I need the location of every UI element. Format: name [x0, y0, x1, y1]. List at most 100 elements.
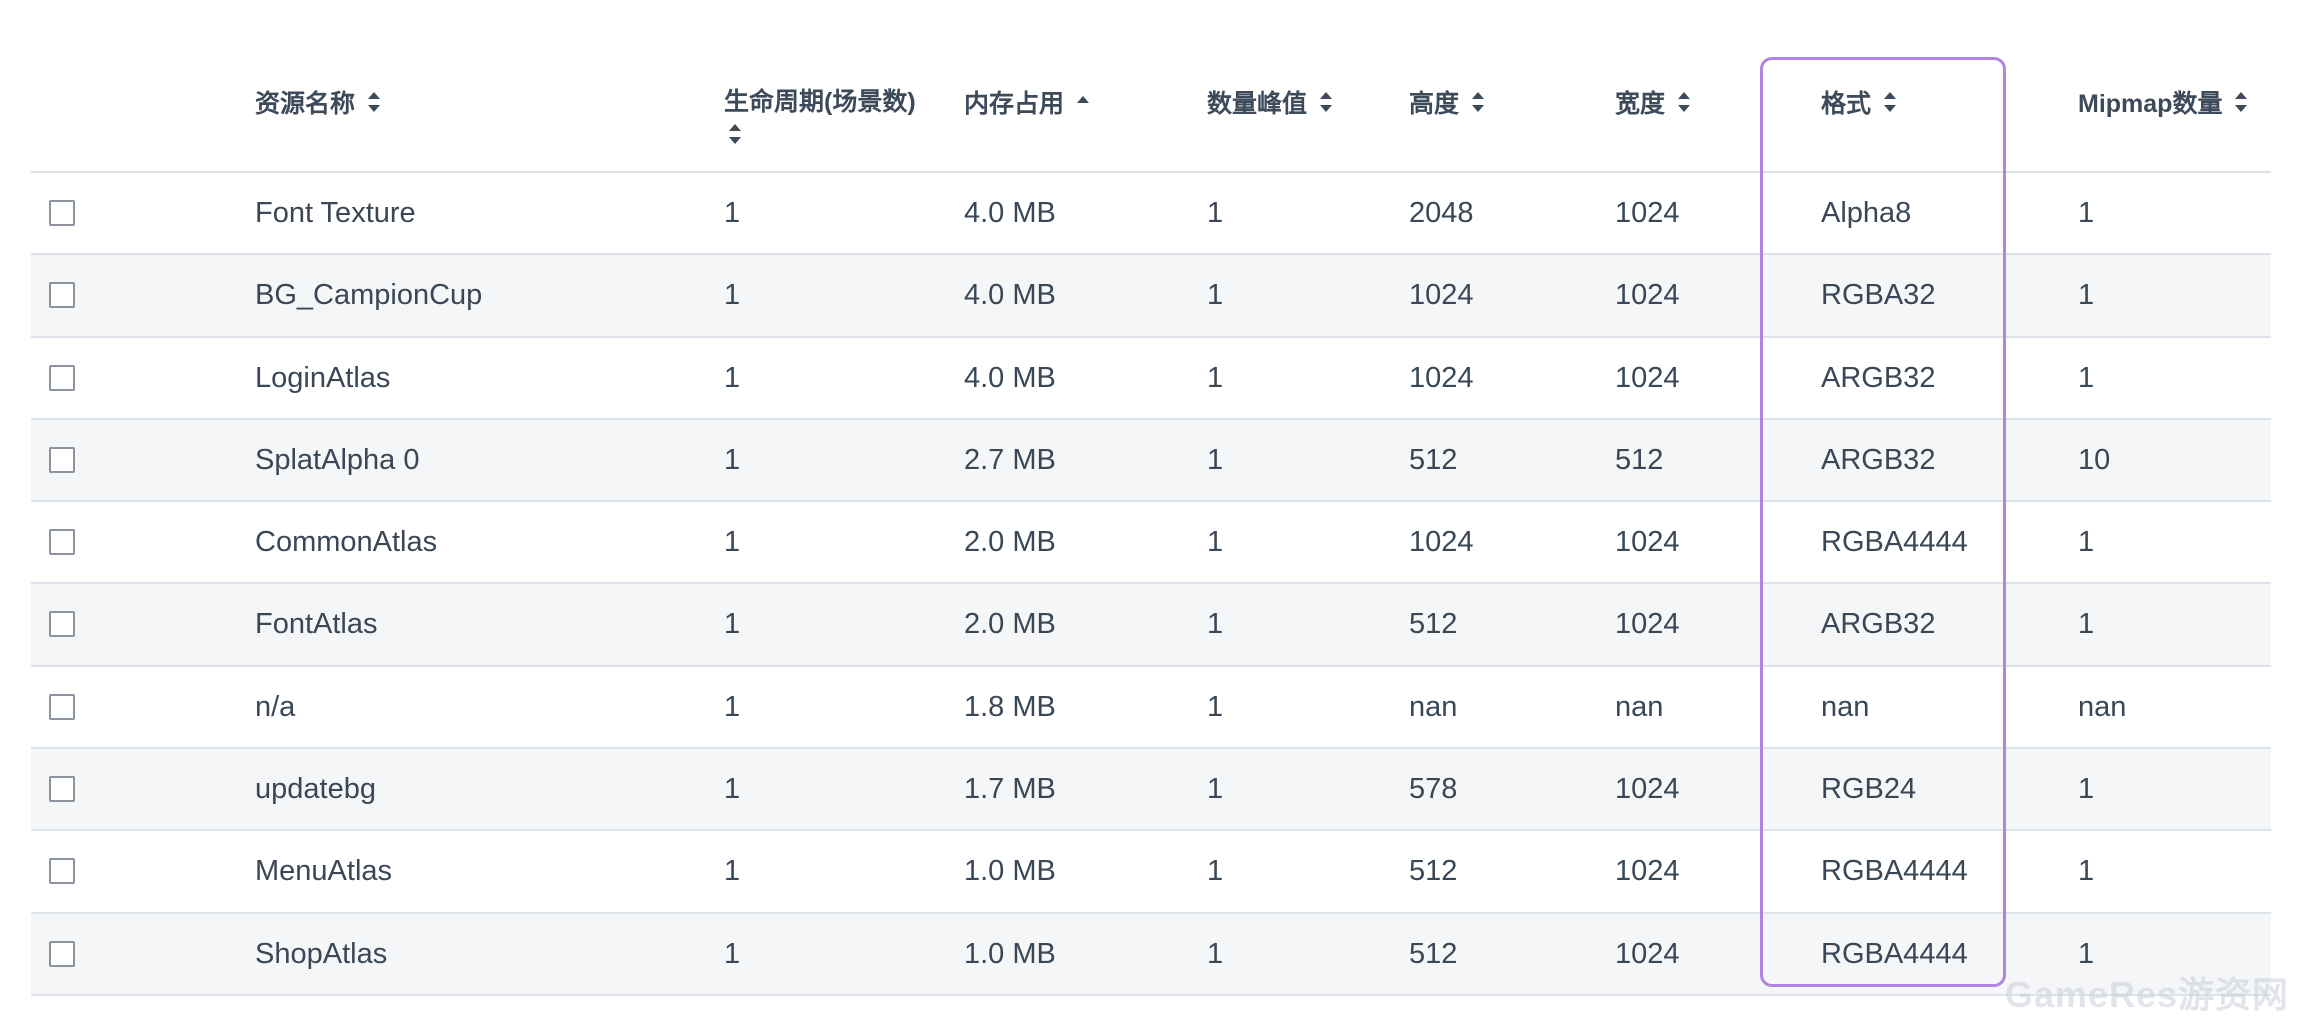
- sort-icon[interactable]: [1469, 90, 1487, 114]
- cell-width: 1024: [1615, 855, 1680, 888]
- table-row[interactable]: LoginAtlas 1 4.0 MB 1 1024 1024 ARGB32 1: [31, 338, 2271, 420]
- table-row[interactable]: SplatAlpha 0 1 2.7 MB 1 512 512 ARGB32 10: [31, 419, 2271, 503]
- cell-peak: 1: [1207, 197, 1224, 229]
- cell-lifecycle: 1: [724, 526, 741, 559]
- cell-peak: 1: [1207, 608, 1224, 641]
- cell-name: FontAtlas: [255, 608, 378, 641]
- cell-peak: 1: [1207, 361, 1224, 394]
- row-checkbox[interactable]: [49, 200, 75, 226]
- table-row[interactable]: BG_CampionCup 1 4.0 MB 1 1024 1024 RGBA32 1: [31, 255, 2271, 338]
- sort-ascending-icon[interactable]: [1074, 90, 1092, 114]
- cell-width: 1024: [1615, 526, 1680, 559]
- cell-height: 2048: [1409, 197, 1474, 229]
- row-checkbox[interactable]: [49, 529, 75, 556]
- cell-width: 1024: [1615, 361, 1680, 394]
- row-checkbox[interactable]: [49, 776, 75, 803]
- cell-mipmap: 1: [2078, 279, 2095, 312]
- cell-lifecycle: 1: [724, 773, 741, 806]
- cell-format: Alpha8: [1821, 197, 1912, 229]
- sort-icon[interactable]: [2232, 90, 2250, 114]
- cell-format: RGBA4444: [1821, 855, 1968, 888]
- cell-name: LoginAtlas: [255, 361, 391, 394]
- cell-format: RGBA4444: [1821, 937, 1968, 970]
- cell-height: 512: [1409, 937, 1458, 970]
- cell-memory: 1.0 MB: [964, 855, 1056, 888]
- row-checkbox[interactable]: [49, 693, 75, 720]
- table-row[interactable]: ShopAtlas 1 1.0 MB 1 512 1024 RGBA4444 1: [31, 913, 2271, 996]
- cell-peak: 1: [1207, 690, 1224, 723]
- cell-memory: 4.0 MB: [964, 279, 1056, 312]
- cell-mipmap: nan: [2078, 690, 2127, 723]
- row-checkbox[interactable]: [49, 364, 75, 391]
- cell-mipmap: 1: [2078, 773, 2095, 806]
- cell-name: BG_CampionCup: [255, 279, 483, 312]
- texture-resource-page: 资源名称 生命周期(场景数) 内存占用 数量峰值 高度 宽度 格式 Mipmap数量 Font…: [0, 0, 2301, 1024]
- cell-lifecycle: 1: [724, 279, 741, 312]
- cell-format: nan: [1821, 690, 1870, 723]
- cell-mipmap: 1: [2078, 197, 2095, 229]
- table-row[interactable]: updatebg 1 1.7 MB 1 578 1024 RGB24 1: [31, 749, 2271, 832]
- cell-peak: 1: [1207, 443, 1224, 476]
- cell-mipmap: 1: [2078, 526, 2095, 559]
- cell-memory: 1.0 MB: [964, 937, 1056, 970]
- cell-mipmap: 1: [2078, 855, 2095, 888]
- sort-icon[interactable]: [726, 122, 744, 146]
- cell-name: updatebg: [255, 773, 376, 806]
- cell-lifecycle: 1: [724, 690, 741, 723]
- column-header-peak[interactable]: 数量峰值: [1207, 84, 1335, 120]
- sort-icon[interactable]: [1675, 90, 1693, 114]
- cell-height: 1024: [1409, 526, 1474, 559]
- cell-format: ARGB32: [1821, 443, 1936, 476]
- cell-mipmap: 1: [2078, 361, 2095, 394]
- cell-lifecycle: 1: [724, 855, 741, 888]
- column-header-name[interactable]: 资源名称: [255, 84, 383, 120]
- row-checkbox[interactable]: [49, 446, 75, 473]
- table-row[interactable]: Font Texture 1 4.0 MB 1 2048 1024 Alpha8 1: [31, 173, 2271, 256]
- table-row[interactable]: MenuAtlas 1 1.0 MB 1 512 1024 RGBA4444 1: [31, 831, 2271, 914]
- cell-height: 512: [1409, 855, 1458, 888]
- column-header-height[interactable]: 高度: [1409, 84, 1487, 120]
- table-row[interactable]: n/a 1 1.8 MB 1 nan nan nan nan: [31, 667, 2271, 750]
- sort-icon[interactable]: [1881, 90, 1899, 114]
- column-header-label: Mipmap数量: [2078, 90, 2223, 118]
- sort-icon[interactable]: [365, 90, 383, 114]
- table-row[interactable]: FontAtlas 1 2.0 MB 1 512 1024 ARGB32 1: [31, 584, 2271, 667]
- cell-lifecycle: 1: [724, 197, 741, 229]
- column-header-memory[interactable]: 内存占用: [964, 84, 1092, 120]
- row-checkbox[interactable]: [49, 282, 75, 309]
- cell-format: RGB24: [1821, 773, 1917, 806]
- cell-height: 512: [1409, 443, 1458, 476]
- cell-height: 1024: [1409, 279, 1474, 312]
- cell-memory: 4.0 MB: [964, 361, 1056, 394]
- column-header-mipmap[interactable]: Mipmap数量: [2078, 84, 2250, 120]
- table-body: Font Texture 1 4.0 MB 1 2048 1024 Alpha8 1 BG_Ca…: [31, 173, 2271, 996]
- row-checkbox[interactable]: [49, 611, 75, 638]
- cell-height: nan: [1409, 690, 1458, 723]
- cell-lifecycle: 1: [724, 443, 741, 476]
- cell-width: 1024: [1615, 197, 1680, 229]
- cell-format: RGBA32: [1821, 279, 1936, 312]
- watermark: GameRes游资网: [2004, 974, 2289, 1015]
- row-checkbox[interactable]: [49, 858, 75, 885]
- cell-lifecycle: 1: [724, 608, 741, 641]
- cell-width: 1024: [1615, 279, 1680, 312]
- cell-name: n/a: [255, 690, 296, 723]
- cell-peak: 1: [1207, 526, 1224, 559]
- column-header-width[interactable]: 宽度: [1615, 84, 1693, 120]
- cell-width: 512: [1615, 443, 1664, 476]
- row-checkbox[interactable]: [49, 940, 75, 967]
- cell-peak: 1: [1207, 937, 1224, 970]
- cell-lifecycle: 1: [724, 361, 741, 394]
- cell-mipmap: 10: [2078, 443, 2111, 476]
- table-row[interactable]: CommonAtlas 1 2.0 MB 1 1024 1024 RGBA4444 1: [31, 502, 2271, 585]
- column-header-lifecycle[interactable]: 生命周期(场景数): [724, 84, 934, 146]
- cell-memory: 2.0 MB: [964, 608, 1056, 641]
- column-header-format[interactable]: 格式: [1821, 84, 1899, 120]
- cell-name: MenuAtlas: [255, 855, 393, 888]
- cell-width: 1024: [1615, 773, 1680, 806]
- cell-peak: 1: [1207, 773, 1224, 806]
- cell-format: RGBA4444: [1821, 526, 1968, 559]
- column-header-label: 内存占用: [964, 90, 1065, 118]
- sort-icon[interactable]: [1317, 90, 1335, 114]
- cell-memory: 2.0 MB: [964, 526, 1056, 559]
